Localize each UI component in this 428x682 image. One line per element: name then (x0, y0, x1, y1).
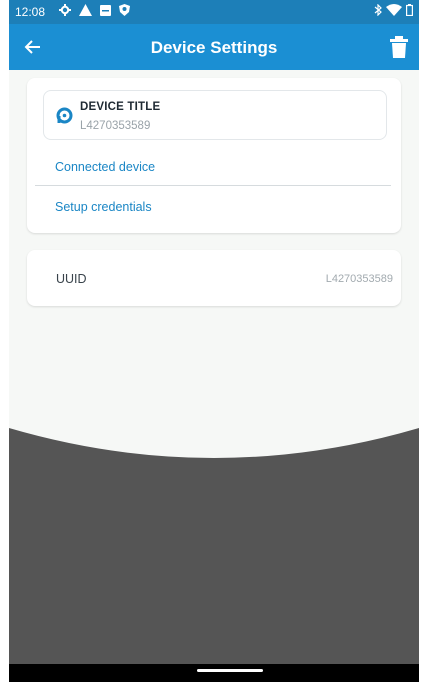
curved-background (9, 428, 419, 682)
delete-button[interactable] (389, 35, 409, 59)
warning-icon (79, 4, 92, 16)
device-info-box[interactable]: DEVICE TITLE L4270353589 (43, 90, 387, 140)
home-handle[interactable] (197, 669, 263, 672)
device-screen: 12:08 Device Settings DEVICE TITLE L4270… (9, 0, 419, 682)
divider (35, 185, 391, 186)
status-icons-left (59, 4, 130, 16)
status-time: 12:08 (15, 5, 46, 19)
device-title: DEVICE TITLE (80, 101, 161, 113)
device-logo-icon (56, 107, 73, 124)
location-icon (119, 4, 130, 16)
bottom-background (9, 428, 419, 682)
status-icons-right (374, 4, 413, 16)
image-icon (100, 4, 111, 16)
device-card: DEVICE TITLE L4270353589 Connected devic… (27, 78, 401, 233)
battery-icon (406, 4, 413, 16)
navigation-bar (9, 664, 419, 682)
status-bar: 12:08 (9, 0, 419, 24)
bluetooth-icon (374, 4, 382, 16)
trash-icon (390, 36, 408, 58)
settings-icon (59, 4, 71, 16)
wifi-icon (386, 4, 402, 16)
device-id: L4270353589 (80, 120, 151, 132)
uuid-value: L4270353589 (325, 273, 393, 285)
uuid-card: UUID L4270353589 (27, 250, 401, 306)
setup-credentials-link[interactable]: Setup credentials (55, 200, 152, 214)
page-title: Device Settings (150, 38, 278, 57)
app-bar: Device Settings (9, 24, 419, 70)
uuid-label: UUID (56, 272, 87, 286)
connected-device-link[interactable]: Connected device (55, 160, 155, 174)
